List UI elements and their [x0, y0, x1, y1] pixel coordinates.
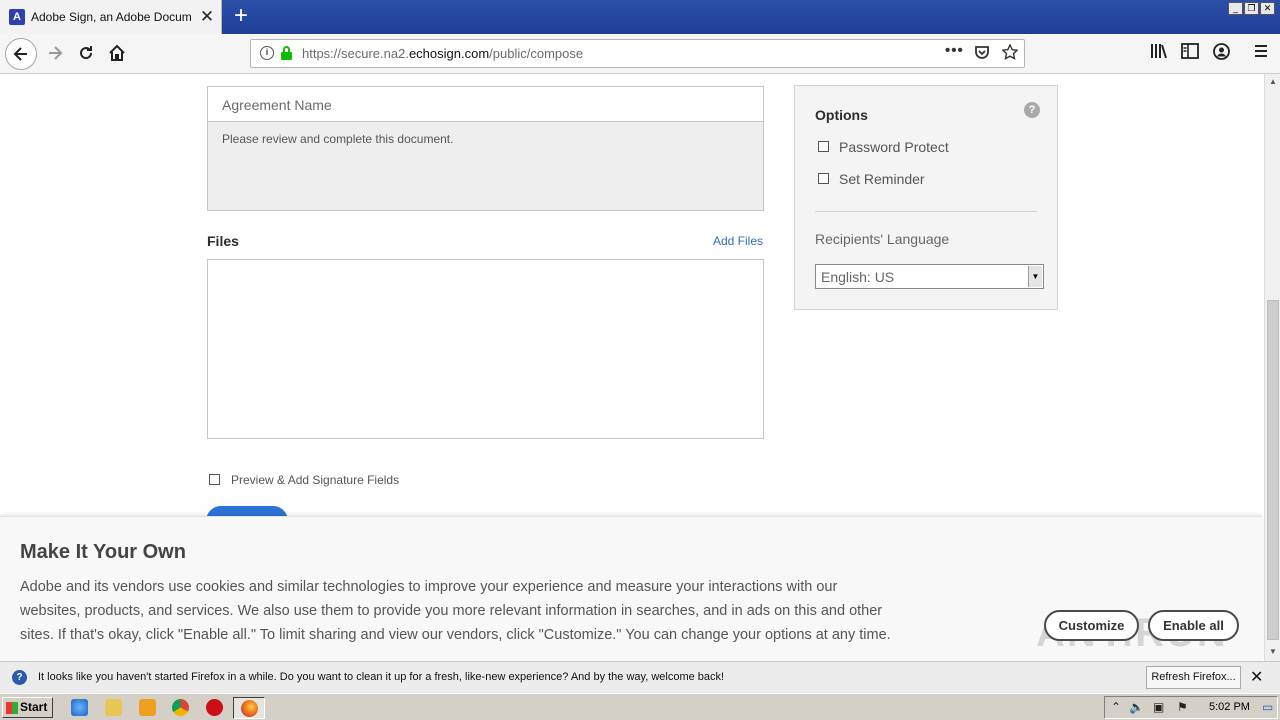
- page-scrollbar[interactable]: ▲ ▼: [1264, 74, 1280, 661]
- new-tab-button[interactable]: +: [229, 3, 253, 29]
- cookie-text: Adobe and its vendors use cookies and si…: [20, 579, 891, 643]
- back-arrow-icon: [13, 47, 27, 61]
- pocket-icon[interactable]: [974, 44, 990, 64]
- navigation-toolbar: i https://secure.na2.echosign.com/public…: [0, 34, 1280, 74]
- language-value: English: US: [821, 269, 895, 285]
- url-domain: echosign.com: [408, 46, 490, 61]
- files-dropzone[interactable]: [207, 259, 764, 439]
- dropdown-arrow-icon[interactable]: ▼: [1028, 266, 1042, 287]
- start-button[interactable]: Start: [2, 697, 53, 718]
- site-info-icon[interactable]: i: [260, 46, 274, 60]
- forward-button[interactable]: [40, 38, 70, 68]
- notification-close-icon[interactable]: ✕: [1250, 667, 1263, 687]
- options-divider: [815, 211, 1037, 212]
- start-label: Start: [20, 700, 48, 714]
- url-path: /public/compose: [489, 46, 584, 61]
- files-heading: Files: [207, 233, 239, 249]
- scroll-up-icon[interactable]: ▲: [1267, 76, 1279, 88]
- notification-message: It looks like you haven't started Firefo…: [38, 671, 725, 683]
- tab-close-icon[interactable]: ✕: [199, 7, 215, 27]
- browser-titlebar: A Adobe Sign, an Adobe Document Cloud ✕ …: [0, 0, 1280, 34]
- recipients-language-label: Recipients' Language: [815, 231, 950, 247]
- volume-icon[interactable]: 🔈: [1129, 700, 1144, 714]
- preview-label: Preview & Add Signature Fields: [231, 473, 400, 487]
- secure-lock-icon[interactable]: [281, 46, 292, 60]
- window-close-button[interactable]: ✕: [1260, 2, 1275, 15]
- restore-button[interactable]: ❐: [1244, 2, 1259, 15]
- help-icon[interactable]: ?: [1024, 102, 1040, 118]
- options-title: Options: [815, 107, 868, 123]
- forward-arrow-icon: [49, 46, 63, 60]
- bookmark-star-icon[interactable]: [1001, 43, 1019, 64]
- page-actions-icon[interactable]: •••: [945, 42, 964, 59]
- set-reminder-checkbox[interactable]: [818, 173, 829, 184]
- hamburger-menu-icon[interactable]: [1253, 43, 1269, 64]
- reload-icon: [80, 46, 93, 60]
- password-protect-label: Password Protect: [839, 139, 949, 155]
- adobe-favicon-icon: A: [9, 9, 25, 25]
- tray-arrow-icon[interactable]: ⌃: [1111, 700, 1121, 714]
- cookie-title: Make It Your Own: [20, 541, 186, 563]
- network-icon[interactable]: ▣: [1153, 700, 1164, 714]
- media-player-icon[interactable]: [139, 699, 156, 716]
- explorer-folder-icon[interactable]: [105, 699, 122, 716]
- opera-icon[interactable]: [206, 699, 223, 716]
- home-button[interactable]: [102, 38, 132, 68]
- scroll-down-icon[interactable]: ▼: [1267, 646, 1279, 658]
- windows-logo-icon: [6, 702, 18, 714]
- ie-icon[interactable]: [71, 699, 88, 716]
- sidebar-icon[interactable]: [1181, 43, 1199, 64]
- url-text[interactable]: https://secure.na2.echosign.com/public/c…: [302, 46, 583, 61]
- clock: 5:02 PM: [1209, 701, 1250, 713]
- firefox-notification-bar: ? It looks like you haven't started Fire…: [0, 661, 1280, 693]
- page-content: Agreement Name Please review and complet…: [0, 74, 1264, 661]
- enable-all-button[interactable]: Enable all: [1148, 610, 1239, 641]
- agreement-name-input[interactable]: Agreement Name: [207, 86, 764, 122]
- url-prefix: https://secure.na2.: [302, 46, 409, 61]
- minimize-button[interactable]: _: [1228, 2, 1243, 15]
- home-icon: [109, 44, 125, 61]
- show-desktop-icon[interactable]: ▭: [1262, 700, 1273, 714]
- set-reminder-label: Set Reminder: [839, 171, 925, 187]
- library-icon[interactable]: [1150, 43, 1168, 64]
- reload-button[interactable]: [71, 38, 101, 68]
- customize-button[interactable]: Customize: [1044, 610, 1139, 641]
- url-bar[interactable]: i https://secure.na2.echosign.com/public…: [250, 39, 1025, 68]
- system-tray: ⌃ 🔈 ▣ ⚑ 5:02 PM ▭: [1104, 696, 1278, 719]
- firefox-icon: [241, 700, 258, 717]
- agreement-message-textarea[interactable]: Please review and complete this document…: [207, 121, 764, 211]
- password-protect-checkbox[interactable]: [818, 141, 829, 152]
- preview-checkbox[interactable]: [209, 474, 220, 485]
- question-icon: ?: [12, 670, 27, 685]
- account-icon[interactable]: [1213, 43, 1230, 65]
- add-files-link[interactable]: Add Files: [713, 234, 763, 248]
- tab-adobe-sign[interactable]: A Adobe Sign, an Adobe Document Cloud ✕: [0, 0, 222, 34]
- language-select[interactable]: English: US ▼: [815, 264, 1044, 289]
- action-center-flag-icon[interactable]: ⚑: [1177, 700, 1188, 714]
- windows-taskbar: Start ⌃ 🔈 ▣ ⚑ 5:02 PM ▭: [0, 693, 1280, 720]
- firefox-taskbar-button[interactable]: [233, 697, 265, 719]
- options-panel: Options ? Password Protect Set Reminder …: [794, 85, 1058, 310]
- back-button[interactable]: [5, 38, 37, 70]
- chrome-icon[interactable]: [172, 699, 189, 716]
- refresh-firefox-button[interactable]: Refresh Firefox...: [1146, 666, 1241, 689]
- tab-title: Adobe Sign, an Adobe Document Cloud: [31, 10, 191, 24]
- scroll-thumb[interactable]: [1267, 300, 1279, 640]
- cookie-banner: Make It Your Own Adobe and its vendors u…: [0, 516, 1262, 661]
